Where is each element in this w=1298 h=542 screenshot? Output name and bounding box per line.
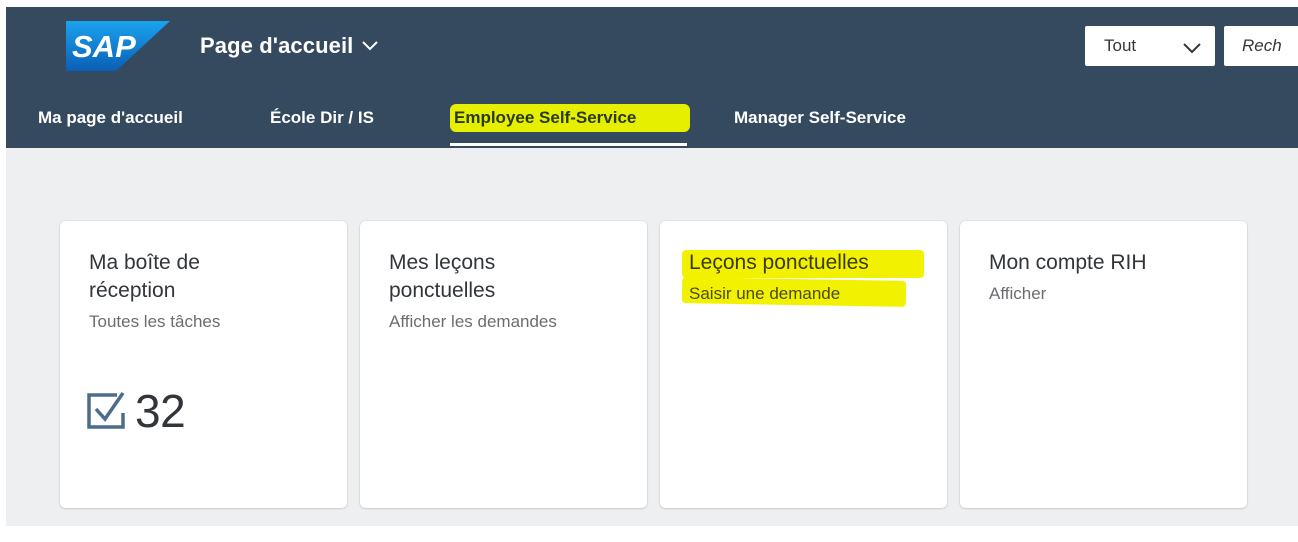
tile-title: Mes leçons ponctuelles	[389, 249, 629, 305]
svg-text:SAP: SAP	[72, 29, 136, 64]
tile-title: Ma boîte de réception	[89, 249, 329, 305]
tile-kpi: 32	[87, 384, 186, 438]
tile-title-line: Mon compte RIH	[989, 251, 1147, 274]
tile-subtitle: Afficher	[989, 284, 1047, 303]
tile-title-line: Mes leçons	[389, 251, 496, 274]
tab-label: Manager Self-Service	[734, 108, 906, 127]
search-input[interactable]: Rech	[1224, 26, 1298, 66]
tile-subtitle: Afficher les demandes	[389, 312, 557, 331]
chevron-down-icon	[1182, 41, 1202, 59]
page-title: Page d'accueil	[200, 33, 354, 58]
tab-label: Employee Self-Service	[454, 108, 637, 127]
tab-employee-self-service[interactable]: Employee Self-Service	[450, 98, 690, 148]
app-window: SAP Page d'accueil Tout Rech Ma page d'a…	[0, 0, 1298, 542]
tile-container: Ma boîte de réception Toutes les tâches …	[6, 148, 1298, 526]
tile-title-line: réception	[89, 279, 176, 302]
tile-title: Mon compte RIH	[989, 249, 1229, 277]
chevron-down-icon	[361, 39, 379, 57]
tile-kpi-value: 32	[135, 385, 186, 437]
tile-title-line: Ma boîte de	[89, 251, 200, 274]
tile-inbox[interactable]: Ma boîte de réception Toutes les tâches …	[60, 221, 347, 508]
active-tab-indicator	[450, 143, 687, 146]
task-check-icon	[87, 389, 129, 434]
search-placeholder: Rech	[1242, 36, 1282, 55]
sap-logo[interactable]: SAP	[66, 21, 170, 71]
tile-mes-lecons[interactable]: Mes leçons ponctuelles Afficher les dema…	[360, 221, 647, 508]
tile-title: Leçons ponctuelles	[689, 249, 929, 277]
shell-header: SAP Page d'accueil Tout Rech Ma page d'a…	[6, 7, 1298, 148]
tab-label: Ma page d'accueil	[38, 108, 183, 127]
tile-title-line: ponctuelles	[389, 279, 496, 302]
tile-lecons-ponctuelles[interactable]: Leçons ponctuelles Saisir une demande	[660, 221, 947, 508]
search-scope-value: Tout	[1104, 36, 1137, 55]
tile-title-line: Leçons ponctuelles	[689, 251, 869, 274]
tab-label: École Dir / IS	[270, 108, 374, 127]
search-scope-select[interactable]: Tout	[1085, 26, 1215, 66]
tile-subtitle: Saisir une demande	[689, 284, 841, 303]
tile-subtitle: Toutes les tâches	[89, 312, 221, 331]
page-title-menu[interactable]: Page d'accueil	[200, 33, 379, 59]
tile-mon-compte-rih[interactable]: Mon compte RIH Afficher	[960, 221, 1247, 508]
